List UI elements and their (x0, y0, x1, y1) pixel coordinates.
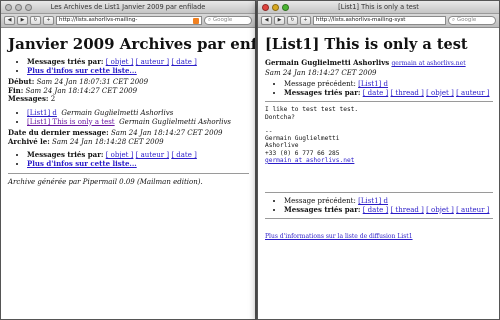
title-bar[interactable]: Les Archives de List1 Janvier 2009 par e… (1, 1, 255, 14)
sort-list-bottom: Messages triés par: [ objet ] [ auteur ]… (8, 151, 249, 168)
reload-icon[interactable]: ↻ (30, 16, 41, 25)
sort-author-link[interactable]: [ auteur ] (136, 151, 169, 159)
sort-subject-link[interactable]: [ objet ] (426, 89, 454, 97)
back-icon[interactable]: ◀ (4, 16, 15, 25)
window-title: Les Archives de List1 Janvier 2009 par e… (50, 3, 206, 11)
sort-date-link[interactable]: [ date ] (171, 151, 197, 159)
search-input[interactable]: ⌕ Google (448, 16, 496, 25)
message-window: [List1] This is only a test ◀ ▶ ↻ + http… (257, 0, 500, 320)
message-nav: Message précédent: [List1] d Messages tr… (265, 80, 493, 97)
sort-subject-link[interactable]: [ objet ] (426, 206, 454, 214)
prev-message-link[interactable]: [List1] d (358, 197, 388, 205)
zoom-icon[interactable] (282, 4, 289, 11)
reload-icon[interactable]: ↻ (287, 16, 298, 25)
forward-icon[interactable]: ▶ (17, 16, 28, 25)
list-info-link[interactable]: Plus d'informations sur la liste de diff… (265, 233, 413, 240)
divider (265, 192, 493, 193)
body-email-link[interactable]: germain at ashorlivs.net (265, 157, 354, 164)
thread-item: [List1] This is only a test Germain Gugl… (27, 118, 249, 127)
search-icon: ⌕ (452, 17, 456, 23)
thread-list: [List1] d Germain Guglielmetti Ashorlivs… (8, 109, 249, 126)
message-date: Sam 24 Jan 18:14:27 CET 2009 (265, 68, 377, 77)
sort-list: Messages triés par: [ objet ] [ auteur ]… (8, 57, 249, 76)
zoom-icon[interactable] (25, 4, 32, 11)
title-bar[interactable]: [List1] This is only a test (258, 1, 499, 14)
thread-item: [List1] d Germain Guglielmetti Ashorlivs (27, 109, 249, 118)
author-email-link[interactable]: germain at ashorlivs.net (391, 60, 465, 67)
rss-icon[interactable] (193, 17, 199, 24)
search-icon: ⌕ (208, 17, 212, 23)
window-title: [List1] This is only a test (338, 3, 419, 11)
prev-message-link[interactable]: [List1] d (358, 80, 388, 88)
archive-index-window: Les Archives de List1 Janvier 2009 par e… (0, 0, 256, 320)
back-icon[interactable]: ◀ (261, 16, 272, 25)
sort-item: Messages triés par: [ date ] [ thread ] … (284, 88, 493, 98)
message-body: I like to test test test. Dontcha? -- Ge… (265, 106, 359, 164)
minimize-icon[interactable] (15, 4, 22, 11)
more-info-link[interactable]: Plus d'infos sur cette liste... (27, 66, 137, 75)
browser-toolbar: ◀ ▶ ↻ + http://lists.ashorlivs-mailing- … (1, 14, 255, 28)
thread-link[interactable]: [List1] d (27, 109, 57, 117)
archive-stats: Début: Sam 24 Jan 18:07:31 CET 2009 Fin:… (8, 77, 149, 104)
divider (265, 218, 493, 220)
close-icon[interactable] (262, 4, 269, 11)
forward-icon[interactable]: ▶ (274, 16, 285, 25)
page-content: [List1] This is only a test Germain Gugl… (258, 28, 499, 242)
message-nav-bottom: Message précédent: [List1] d Messages tr… (265, 197, 493, 214)
address-bar[interactable]: http://lists.ashorlivs-mailing- (56, 16, 202, 25)
sort-date-link[interactable]: [ date ] (171, 58, 197, 66)
page-title: [List1] This is only a test (265, 36, 468, 53)
page-title: Janvier 2009 Archives par enfilade (8, 35, 256, 53)
more-info-item: Plus d'infos sur cette liste... (27, 159, 249, 169)
sort-author-link[interactable]: [ auteur ] (456, 206, 489, 214)
more-info-link[interactable]: Plus d'infos sur cette liste... (27, 159, 137, 168)
sort-thread-link[interactable]: [ thread ] (390, 206, 423, 214)
address-bar[interactable]: http://lists.ashorlivs-mailing-syst (313, 16, 446, 25)
divider (8, 172, 249, 174)
sort-thread-link[interactable]: [ thread ] (390, 89, 423, 97)
search-input[interactable]: ⌕ Google (204, 16, 252, 25)
sort-author-link[interactable]: [ auteur ] (136, 58, 169, 66)
add-bookmark-icon[interactable]: + (43, 16, 54, 25)
thread-link[interactable]: [List1] This is only a test (27, 118, 115, 126)
message-author: Germain Guglielmetti Ashorlivs germain a… (265, 58, 466, 67)
pipermail-footer: Archive générée par Pipermail 0.09 (Mail… (8, 177, 203, 186)
sort-author-link[interactable]: [ auteur ] (456, 89, 489, 97)
minimize-icon[interactable] (272, 4, 279, 11)
sort-date-link[interactable]: [ date ] (363, 89, 389, 97)
add-bookmark-icon[interactable]: + (300, 16, 311, 25)
sort-item: Messages triés par: [ date ] [ thread ] … (284, 205, 493, 215)
browser-toolbar: ◀ ▶ ↻ + http://lists.ashorlivs-mailing-s… (258, 14, 499, 28)
divider (265, 101, 493, 103)
page-content: Janvier 2009 Archives par enfilade Messa… (1, 28, 255, 186)
archive-dates: Date du dernier message: Sam 24 Jan 18:1… (8, 128, 223, 146)
close-icon[interactable] (5, 4, 12, 11)
sort-date-link[interactable]: [ date ] (363, 206, 389, 214)
more-info-item: Plus d'infos sur cette liste... (27, 66, 249, 76)
